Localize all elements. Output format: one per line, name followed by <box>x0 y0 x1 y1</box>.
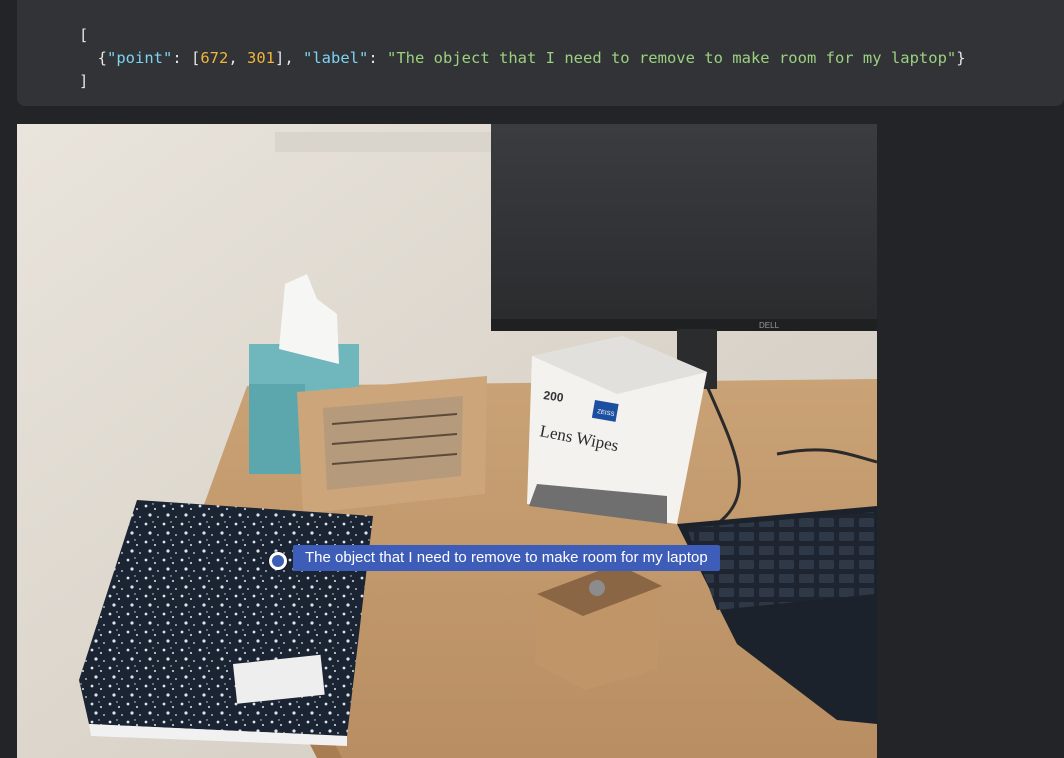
cup-item <box>589 580 605 596</box>
window-sill <box>275 132 505 152</box>
open-bracket: [ <box>79 26 89 44</box>
json-code-block: [ {"point": [672, 301], "label": "The ob… <box>79 26 966 90</box>
desk-photo: DELL 200 ZEISS Lens Wipes <box>17 124 877 758</box>
close-bracket: ] <box>79 72 89 90</box>
point-marker[interactable] <box>269 552 287 570</box>
point-y-value: 301 <box>247 49 276 67</box>
tissue-box-side <box>249 384 305 474</box>
point-key: "point" <box>107 49 173 67</box>
annotation-label: The object that I need to remove to make… <box>293 545 720 571</box>
monitor-screen <box>491 124 877 329</box>
label-key: "label" <box>303 49 369 67</box>
label-value: "The object that I need to remove to mak… <box>387 49 957 67</box>
monitor-brand: DELL <box>759 321 780 330</box>
code-panel: [ {"point": [672, 301], "label": "The ob… <box>17 0 1064 106</box>
wipes-count: 200 <box>543 388 565 405</box>
point-x-value: 672 <box>200 49 229 67</box>
